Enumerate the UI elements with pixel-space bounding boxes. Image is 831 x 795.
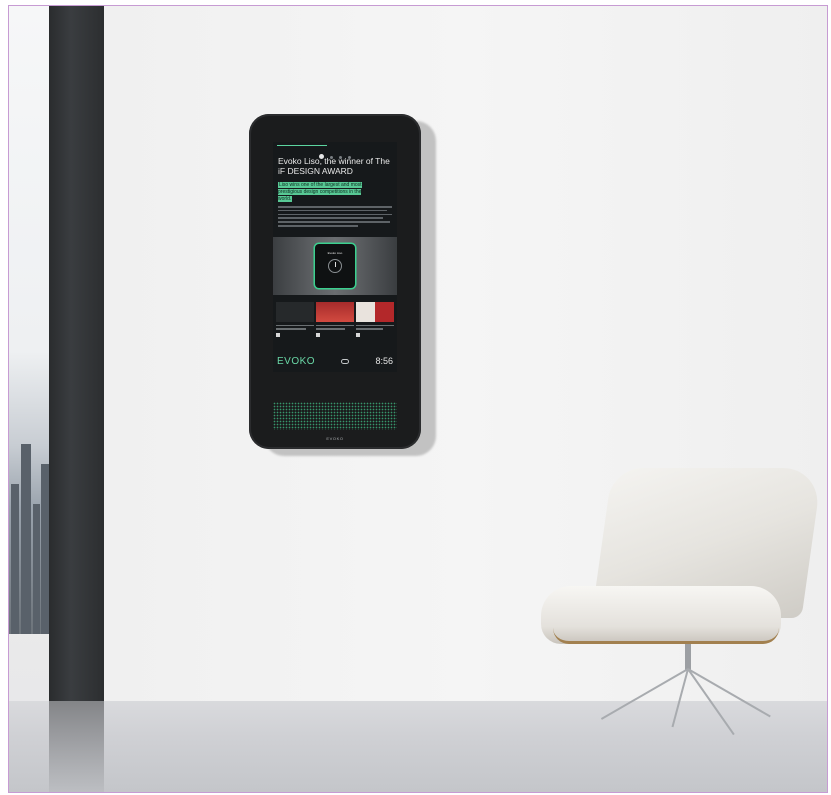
pillar-reflection — [49, 701, 104, 792]
clock-time: 8:56 — [375, 356, 393, 366]
wall-display-device: Evoko Liso, the winner of The iF DESIGN … — [249, 114, 421, 449]
news-icon — [356, 332, 360, 337]
news-item[interactable] — [316, 302, 354, 346]
window-city-view — [9, 6, 49, 634]
body-text — [278, 206, 392, 229]
building — [41, 464, 49, 634]
news-thumbnail — [276, 302, 314, 322]
promo-image[interactable]: Evoko Liso — [273, 237, 397, 295]
news-icon — [316, 332, 320, 337]
news-item[interactable] — [356, 302, 394, 346]
news-row — [273, 302, 397, 346]
highlight-text: Liso wins one of the largest and most pr… — [278, 182, 362, 202]
speaker-grille — [273, 402, 397, 430]
news-icon — [276, 332, 280, 337]
chair-post — [685, 644, 691, 670]
chair-wood-rim — [553, 628, 779, 644]
building — [11, 484, 19, 634]
photo-frame: Evoko Liso, the winner of The iF DESIGN … — [8, 5, 828, 793]
clock-icon — [328, 259, 342, 273]
dark-pillar — [49, 6, 104, 701]
news-thumbnail — [356, 302, 394, 322]
floor — [9, 701, 827, 792]
device-screen[interactable]: Evoko Liso, the winner of The iF DESIGN … — [273, 142, 397, 372]
news-item[interactable] — [276, 302, 314, 346]
device-brand-label: EVOKO — [326, 436, 344, 441]
weather-widget — [341, 358, 350, 364]
screen-footer: EVOKO 8:56 — [273, 350, 397, 372]
evoko-logo: EVOKO — [277, 355, 316, 367]
building — [21, 444, 31, 634]
cloud-icon — [341, 358, 350, 364]
building — [33, 504, 40, 634]
product-card: Evoko Liso — [315, 244, 355, 288]
product-title: Evoko Liso — [327, 251, 343, 255]
screen-headline: Evoko Liso, the winner of The iF DESIGN … — [278, 156, 390, 176]
news-thumbnail — [316, 302, 354, 322]
